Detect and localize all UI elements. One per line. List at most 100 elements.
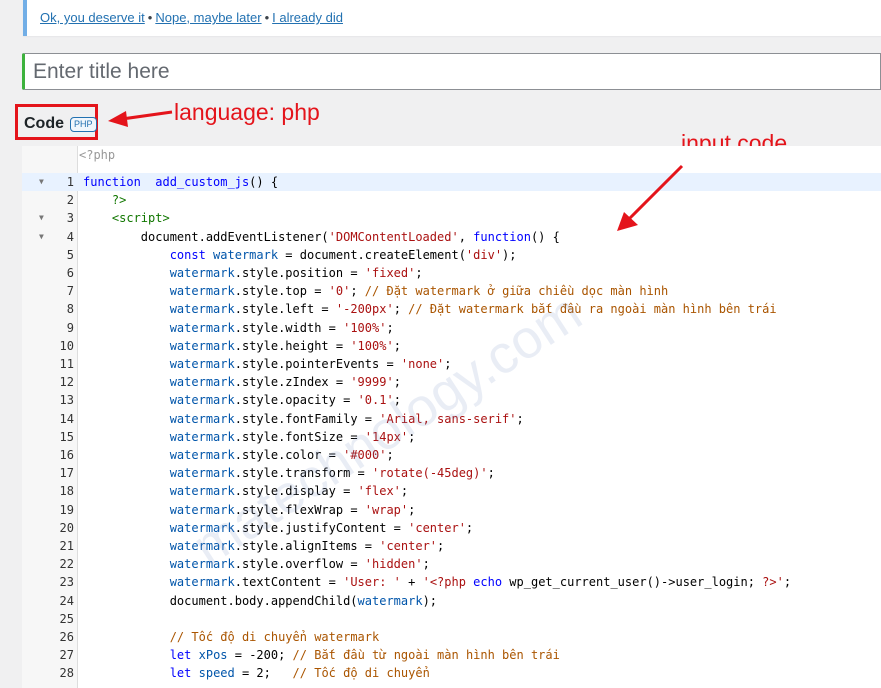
code-line[interactable]: 10 watermark.style.height = '100%'; [22, 337, 881, 355]
code-token: ; [386, 320, 394, 335]
code-line[interactable]: 21 watermark.style.alignItems = 'center'… [22, 537, 881, 555]
code-token: ; [437, 539, 445, 553]
notice-link-later[interactable]: Nope, maybe later [155, 10, 261, 25]
line-number: 26 [59, 630, 74, 644]
code-token: 'center' [408, 520, 466, 535]
code-editor[interactable]: <?php ▼ 1 function add_custom_js() {2 ?> ▼ 3… [22, 146, 881, 688]
code-token: watermark [169, 429, 235, 444]
line-number: 27 [59, 648, 74, 663]
code-line[interactable]: 28 let speed = 2; // Tốc độ di chuyển [22, 664, 881, 682]
code-text: <script> [83, 209, 170, 227]
code-text: watermark.style.justifyContent = 'center… [83, 519, 473, 537]
code-line[interactable]: ▼ 4 document.addEventListener('DOMContent… [22, 228, 881, 246]
code-line[interactable]: 26 // Tốc độ di chuyển watermark [22, 628, 881, 646]
code-line[interactable]: 9 watermark.style.width = '100%'; [22, 319, 881, 337]
title-field-wrapper [22, 53, 881, 90]
arrow-to-language-badge [108, 110, 173, 127]
code-token: ?> [111, 193, 127, 208]
code-token: .style.alignItems = [234, 539, 380, 553]
code-token: '100%' [350, 338, 394, 353]
code-line[interactable]: 19 watermark.style.flexWrap = 'wrap'; [22, 501, 881, 519]
code-token: xPos [191, 648, 228, 663]
code-line[interactable]: 24 document.body.appendChild(watermark); [22, 592, 881, 610]
code-token: watermark [169, 466, 235, 481]
line-number: 8 [66, 302, 74, 317]
code-token: 'div' [465, 247, 503, 262]
code-token: .style.transform = [234, 466, 373, 481]
annotation-language: language: php [174, 99, 320, 125]
line-number: 19 [59, 502, 74, 517]
code-line[interactable]: 23 watermark.textContent = 'User: ' + '<… [22, 573, 881, 591]
language-badge[interactable]: PHP [70, 117, 97, 132]
code-line[interactable]: 22 watermark.style.overflow = 'hidden'; [22, 555, 881, 573]
code-token: ; [408, 502, 416, 517]
notice-links: Ok, you deserve it • Nope, maybe later • I a… [40, 10, 343, 25]
code-token: ; [444, 357, 452, 371]
code-line[interactable]: 6 watermark.style.position = 'fixed'; [22, 264, 881, 282]
code-line[interactable]: 5 const watermark = document.createEleme… [22, 246, 881, 264]
code-token: let [169, 648, 192, 663]
code-line[interactable]: 16 watermark.style.color = '#000'; [22, 446, 881, 464]
code-token: '0' [328, 284, 351, 299]
code-token: = -200; [227, 648, 293, 663]
code-token: // Đặt watermark ở giữa chiều dọc màn hì… [364, 284, 669, 299]
code-line[interactable]: 11 watermark.style.pointerEvents = 'none… [22, 355, 881, 373]
code-token: '-200px' [335, 302, 394, 317]
code-token: 'none' [400, 357, 445, 371]
code-token: ; [415, 266, 423, 280]
code-text: watermark.style.pointerEvents = 'none'; [83, 355, 452, 373]
line-number: 12 [59, 375, 74, 390]
code-token: add_custom_js [155, 175, 250, 189]
code-line[interactable]: 17 watermark.style.transform = 'rotate(-… [22, 464, 881, 482]
code-text: watermark.textContent = 'User: ' + '<?ph… [83, 573, 791, 591]
line-number: 23 [59, 575, 74, 590]
code-line[interactable]: 25 [22, 610, 881, 628]
code-text: function add_custom_js() { [83, 173, 278, 191]
code-token: watermark [169, 302, 235, 317]
code-block-label: Code [24, 115, 64, 132]
code-token: const [169, 247, 206, 262]
code-line[interactable]: ▼ 3 <script> [22, 209, 881, 227]
code-line[interactable]: 2 ?> [22, 191, 881, 209]
code-token: ; [487, 466, 495, 481]
notice-link-ok[interactable]: Ok, you deserve it [40, 10, 145, 25]
code-token: = document.createElement( [278, 247, 466, 262]
code-line[interactable]: 7 watermark.style.top = '0'; // Đặt wate… [22, 282, 881, 300]
code-line[interactable]: 8 watermark.style.left = '-200px'; // Đặ… [22, 300, 881, 318]
code-token: .style.fontFamily = [234, 411, 380, 426]
code-token: watermark [169, 393, 235, 408]
code-token: watermark [169, 266, 235, 280]
notice-link-done[interactable]: I already did [272, 10, 343, 25]
code-token: let [169, 666, 192, 681]
code-text: watermark.style.color = '#000'; [83, 446, 394, 464]
code-token: watermark [169, 539, 235, 553]
code-line[interactable]: 14 watermark.style.fontFamily = 'Arial, … [22, 410, 881, 428]
code-token: .style.left = [234, 302, 336, 317]
code-line[interactable]: 13 watermark.style.opacity = '0.1'; [22, 391, 881, 409]
code-token: watermark [169, 375, 235, 390]
code-line[interactable]: ▼ 1 function add_custom_js() { [22, 173, 881, 191]
line-number: 11 [59, 357, 74, 371]
code-text: document.addEventListener('DOMContentLoa… [83, 228, 560, 246]
review-notice: Ok, you deserve it • Nope, maybe later • I a… [23, 0, 881, 36]
code-token: <script> [111, 211, 170, 226]
code-token: .style.display = [234, 484, 358, 499]
post-title-input[interactable] [33, 54, 873, 89]
code-line[interactable]: 15 watermark.style.fontSize = '14px'; [22, 428, 881, 446]
code-line[interactable]: 20 watermark.style.justifyContent = 'cen… [22, 519, 881, 537]
code-line[interactable]: 18 watermark.style.display = 'flex'; [22, 482, 881, 500]
code-line[interactable]: 12 watermark.style.zIndex = '9999'; [22, 373, 881, 391]
code-token: .style.top = [234, 284, 329, 299]
code-line[interactable]: 27 let xPos = -200; // Bắt đầu từ ngoài … [22, 646, 881, 664]
code-token: watermark [169, 320, 235, 335]
